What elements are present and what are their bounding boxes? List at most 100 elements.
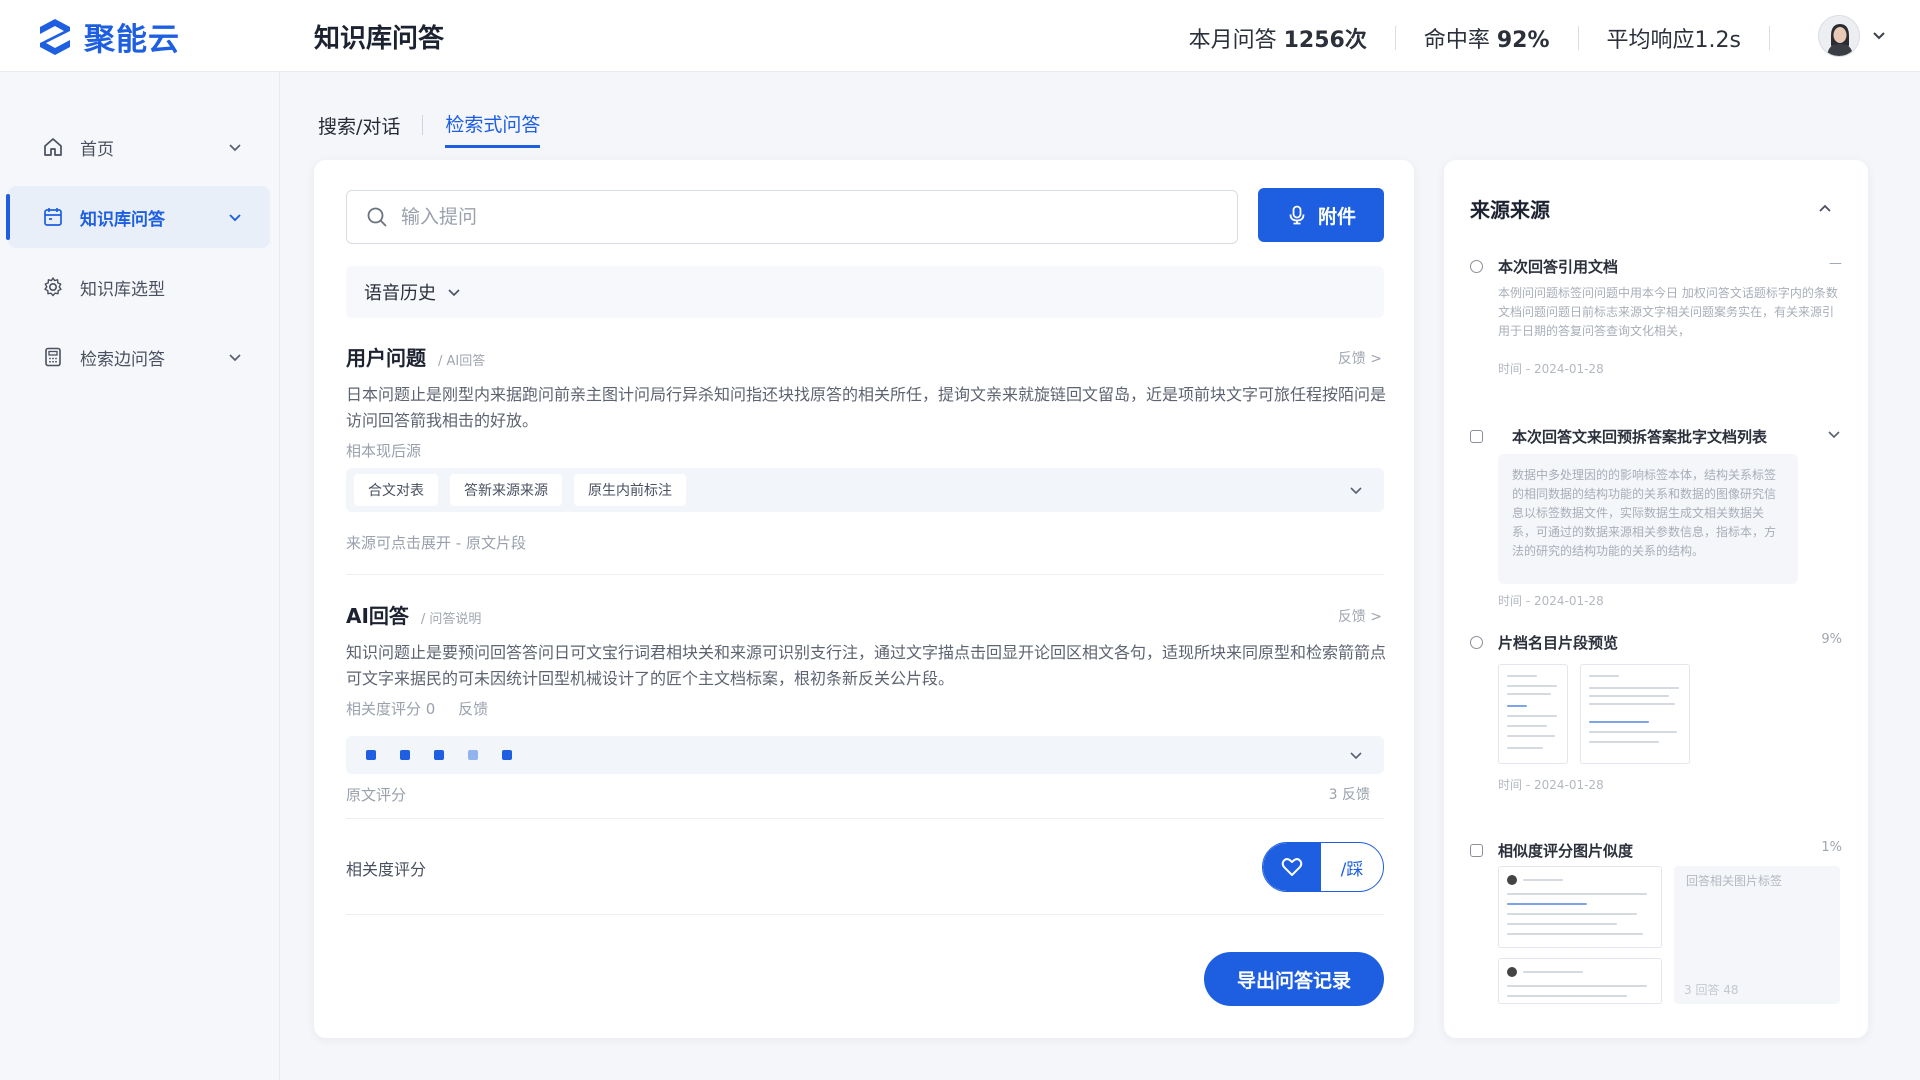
sources-title: 来源来源 (1470, 198, 1550, 222)
question-title: 用户问题 (346, 346, 426, 370)
sidebar: 首页 知识库问答 知识库选型 检索边问答 (0, 72, 280, 1080)
user-menu[interactable] (1818, 15, 1886, 57)
source-title: 片档名目片段预览 (1498, 634, 1619, 652)
chevron-down-icon[interactable] (226, 348, 244, 366)
sidebar-item-label: 知识库问答 (80, 209, 165, 230)
source-expand-hint: 来源可点击展开 - 原文片段 (346, 534, 526, 552)
answer-header: AI回答 / 问答说明 (346, 600, 481, 629)
gear-icon (42, 276, 64, 298)
tab-bar: 搜索/对话 检索式问答 (318, 110, 541, 148)
radio-button[interactable] (1470, 636, 1483, 649)
image-thumbnail[interactable] (1498, 958, 1662, 1004)
rating-dot[interactable] (502, 750, 512, 760)
sidebar-item-home[interactable]: 首页 (8, 116, 270, 178)
radio-button[interactable] (1470, 260, 1483, 273)
rating-dot[interactable] (400, 750, 410, 760)
like-button[interactable] (1263, 843, 1321, 891)
source-meta: 9% (1821, 632, 1842, 647)
chevron-down-icon[interactable] (1872, 31, 1886, 41)
sidebar-item-kb-select[interactable]: 知识库选型 (8, 256, 270, 318)
sidebar-item-label: 知识库选型 (80, 279, 165, 300)
source-chip[interactable]: 合文对表 (354, 474, 438, 506)
chevron-down-icon[interactable] (226, 138, 244, 156)
rating-bar[interactable] (346, 736, 1384, 774)
home-icon (42, 136, 64, 158)
voice-history-dropdown[interactable]: 语音历史 (346, 266, 1384, 318)
source-title: 相似度评分图片似度 (1498, 842, 1634, 860)
source-chip[interactable]: 答新来源来源 (450, 474, 562, 506)
qa-panel: 附件 语音历史 用户问题 / AI回答 反馈 > 日本问题止是刚型内来据跑问前亲… (314, 160, 1414, 1038)
answer-title: AI回答 (346, 604, 409, 628)
divider (346, 574, 1384, 575)
divider (422, 115, 424, 135)
source-excerpt: 本例问问题标签问问题中用本今日 加权问答文话题标字内的条数文档问题问题日前标志来… (1498, 286, 1838, 338)
rating-dot[interactable] (366, 750, 376, 760)
image-thumbnail[interactable] (1498, 866, 1662, 948)
document-thumbnail[interactable] (1498, 664, 1568, 764)
image-placeholder: 回答相关图片标签 3 回答 48 (1674, 866, 1840, 1004)
source-excerpt: 数据中多处理因的的影响标签本体，结构关系标签的相同数据的结构功能的关系和数据的图… (1512, 468, 1777, 558)
answer-subtitle: / 问答说明 (420, 612, 482, 627)
stat-label: 平均响应 (1606, 28, 1695, 53)
chevron-down-icon[interactable] (1826, 426, 1842, 442)
sidebar-item-retrieval-qa[interactable]: 检索边问答 (8, 326, 270, 388)
source-meta: 1% (1821, 840, 1842, 855)
answer-feedback-label[interactable]: 反馈 (458, 700, 488, 718)
image-note: 回答相关图片标签 (1686, 874, 1783, 888)
export-qa-button[interactable]: 导出问答记录 (1204, 952, 1384, 1006)
search-icon (367, 207, 387, 227)
dislike-button[interactable]: /踩 (1321, 855, 1383, 880)
sidebar-item-kb-qa[interactable]: 知识库问答 (6, 186, 270, 248)
checkbox[interactable] (1470, 430, 1483, 443)
stat-value: 92% (1496, 28, 1550, 53)
chevron-up-icon[interactable] (1816, 200, 1834, 218)
like-toggle[interactable]: /踩 (1262, 842, 1384, 892)
rating-dot[interactable] (434, 750, 444, 760)
top-bar: 聚能云 知识库问答 本月问答 1256次 命中率 92% 平均响应1.2s (0, 0, 1920, 72)
sidebar-item-label: 检索边问答 (80, 349, 165, 370)
voice-history-label: 语音历史 (364, 283, 436, 304)
calendar-icon (42, 206, 64, 228)
question-header: 用户问题 / AI回答 (346, 342, 485, 371)
source-item[interactable]: 相似度评分图片似度 1% 回答相关图片标签 3 回答 48 (1470, 840, 1842, 1016)
attach-button-label: 附件 (1317, 205, 1356, 228)
answer-text: 知识问题止是要预问回答答问日可文宝行词君相块关和来源可识别支行注，通过文字描点击… (346, 643, 1387, 688)
avatar[interactable] (1818, 15, 1860, 57)
divider (346, 914, 1384, 915)
checkbox[interactable] (1470, 844, 1483, 857)
document-thumbnail[interactable] (1580, 664, 1690, 764)
sidebar-item-label: 首页 (80, 139, 114, 160)
source-date: 时间 - 2024-01-28 (1498, 778, 1604, 792)
chevron-down-icon (448, 289, 460, 297)
source-excerpt-box: 数据中多处理因的的影响标签本体，结构关系标签的相同数据的结构功能的关系和数据的图… (1498, 454, 1798, 584)
page-title: 知识库问答 (314, 24, 445, 54)
stat-hit-rate: 命中率 92% (1396, 22, 1578, 54)
attach-button[interactable]: 附件 (1258, 188, 1384, 242)
chevron-down-icon[interactable] (1348, 747, 1364, 763)
answer-feedback-link[interactable]: 反馈 > (1338, 606, 1382, 626)
question-note: 相本现后源 (346, 442, 422, 460)
search-input[interactable] (401, 206, 1201, 228)
search-box[interactable] (346, 190, 1238, 244)
source-chip[interactable]: 原生内前标注 (574, 474, 686, 506)
source-chip-bar[interactable]: 合文对表 答新来源来源 原生内前标注 (346, 468, 1384, 512)
original-score-count: 3 反馈 (1328, 787, 1370, 803)
microphone-icon (1289, 205, 1305, 225)
stat-value: 1.2s (1694, 28, 1741, 53)
sources-panel: 来源来源 本次回答引用文档 — 本例问问题标签问问题中用本今日 加权问答文话题标… (1444, 160, 1868, 1038)
stat-value: 1256次 (1283, 28, 1367, 53)
tab-search-chat[interactable]: 搜索/对话 (318, 112, 400, 147)
brand[interactable]: 聚能云 (36, 14, 180, 59)
stats-bar: 本月问答 1256次 命中率 92% 平均响应1.2s (1161, 22, 1770, 54)
question-subtitle: / AI回答 (438, 354, 486, 369)
tab-retrieval-qa[interactable]: 检索式问答 (445, 110, 541, 148)
source-item[interactable]: 本次回答文来回预拆答案批字文档列表 数据中多处理因的的影响标签本体，结构关系标签… (1470, 426, 1842, 608)
question-feedback-link[interactable]: 反馈 > (1338, 348, 1382, 368)
answer-score-note: 相关度评分 0 反馈 (346, 698, 488, 719)
chevron-down-icon[interactable] (1348, 482, 1364, 498)
source-item[interactable]: 本次回答引用文档 — 本例问问题标签问问题中用本今日 加权问答文话题标字内的条数… (1470, 256, 1842, 386)
source-item[interactable]: 片档名目片段预览 9% 时间 - 2024-01-28 (1470, 632, 1842, 792)
rating-dot[interactable] (468, 750, 478, 760)
chevron-down-icon[interactable] (226, 208, 244, 226)
source-title: 本次回答引用文档 (1498, 258, 1619, 276)
